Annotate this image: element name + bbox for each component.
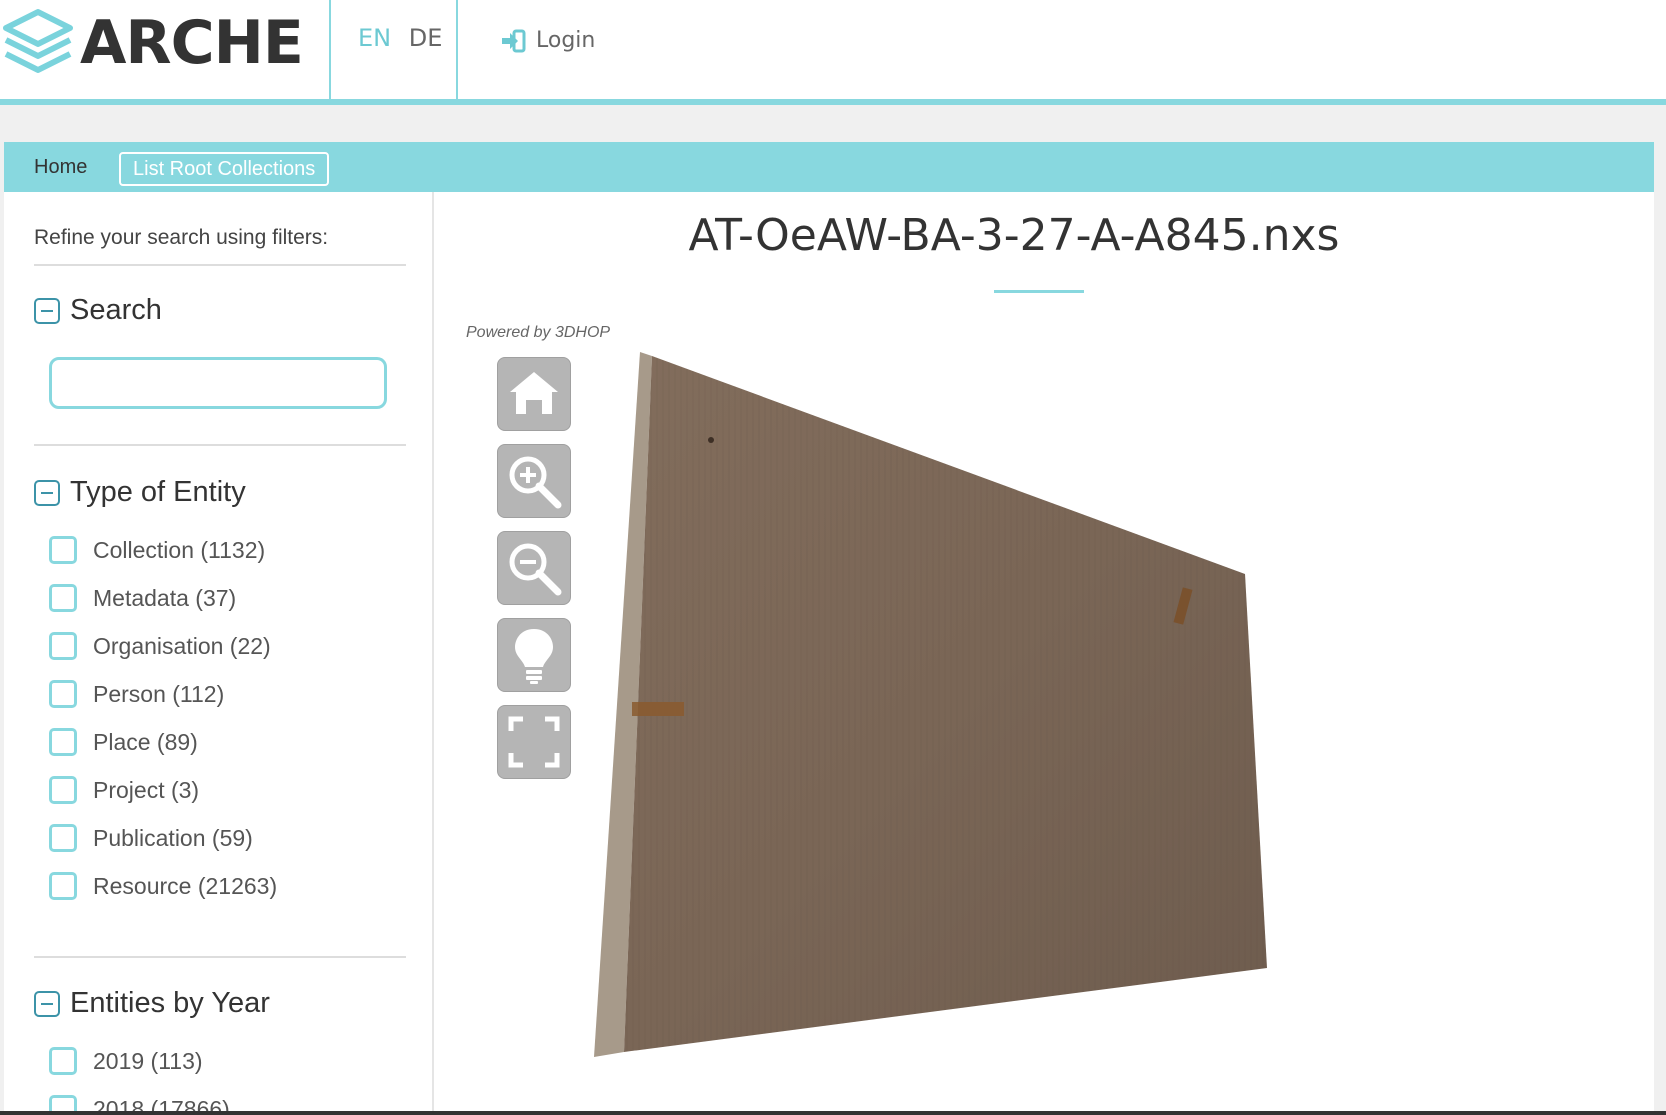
filter-label: Resource (21263) (93, 872, 278, 899)
filter-label: Organisation (22) (93, 632, 271, 659)
filter-option[interactable]: Collection (1132) (49, 536, 265, 564)
filter-option[interactable]: Metadata (37) (49, 584, 236, 612)
type-of-entity-toggle[interactable]: Type of Entity (34, 476, 246, 509)
site-header: ARCHE EN DE Login (0, 0, 1666, 105)
refine-label: Refine your search using filters: (34, 226, 329, 249)
powered-by-label: Powered by 3DHOP (466, 324, 611, 341)
logo-icon (3, 9, 73, 73)
lang-de-link[interactable]: DE (409, 24, 443, 52)
lang-en-link[interactable]: EN (358, 24, 391, 52)
checkbox[interactable] (49, 728, 77, 756)
login-link[interactable]: Login (500, 28, 595, 53)
board-texture (624, 356, 1267, 1052)
header-divider (456, 0, 458, 105)
filter-option[interactable]: Organisation (22) (49, 632, 271, 660)
fullscreen-icon (508, 716, 560, 768)
board-stain (632, 702, 684, 716)
zoom-in-icon (509, 456, 562, 509)
title-underline (994, 290, 1084, 293)
checkbox[interactable] (49, 776, 77, 804)
filter-option[interactable]: Project (3) (49, 776, 199, 804)
board-spot (708, 437, 714, 443)
logo[interactable]: ARCHE (2, 8, 304, 78)
collapse-icon (34, 297, 60, 324)
filter-label: 2019 (113) (93, 1047, 203, 1074)
collapse-icon (34, 990, 60, 1017)
fullscreen-button[interactable] (497, 705, 571, 779)
zoom-out-button[interactable] (497, 531, 571, 605)
breadcrumb-home-link[interactable]: Home (34, 156, 87, 179)
filter-label: Place (89) (93, 728, 198, 755)
search-section-toggle[interactable]: Search (34, 294, 162, 327)
entities-by-year-title: Entities by Year (70, 987, 270, 1019)
page-content: Home List Root Collections Refine your s… (4, 142, 1654, 1115)
3d-model-viewer[interactable] (594, 352, 1294, 1112)
window-bottom-edge (0, 1111, 1666, 1115)
login-label: Login (536, 28, 596, 53)
filter-label: Metadata (37) (93, 584, 237, 611)
home-view-button[interactable] (497, 357, 571, 431)
logo-text: ARCHE (80, 8, 304, 78)
filter-label: Person (112) (93, 680, 225, 707)
filter-option[interactable]: Publication (59) (49, 824, 253, 852)
checkbox[interactable] (49, 824, 77, 852)
checkbox[interactable] (49, 536, 77, 564)
filter-option[interactable]: Resource (21263) (49, 872, 277, 900)
zoom-out-icon (509, 543, 562, 596)
breadcrumb-current-button[interactable]: List Root Collections (119, 152, 330, 186)
light-button[interactable] (497, 618, 571, 692)
language-switcher: EN DE (358, 24, 442, 52)
search-input[interactable] (49, 357, 387, 409)
checkbox[interactable] (49, 632, 77, 660)
filter-label: Project (3) (93, 776, 200, 803)
filter-option[interactable]: Place (89) (49, 728, 198, 756)
filter-option[interactable]: 2019 (113) (49, 1047, 203, 1075)
checkbox[interactable] (49, 872, 77, 900)
search-section-title: Search (70, 294, 162, 326)
lightbulb-icon (515, 629, 553, 684)
collapse-icon (34, 479, 60, 506)
divider (34, 956, 406, 958)
sign-in-icon (502, 29, 526, 52)
filter-label: Collection (1132) (93, 536, 266, 563)
breadcrumb: Home List Root Collections (4, 142, 1654, 192)
filter-label: Publication (59) (93, 824, 253, 851)
checkbox[interactable] (49, 584, 77, 612)
zoom-in-button[interactable] (497, 444, 571, 518)
checkbox[interactable] (49, 680, 77, 708)
divider (34, 444, 406, 446)
filter-sidebar: Refine your search using filters: Search… (4, 192, 434, 1115)
header-divider (329, 0, 331, 105)
page-title: AT-OeAW-BA-3-27-A-A845.nxs (688, 210, 1340, 261)
home-icon (510, 372, 558, 414)
entities-by-year-toggle[interactable]: Entities by Year (34, 987, 270, 1020)
filter-option[interactable]: Person (112) (49, 680, 224, 708)
checkbox[interactable] (49, 1047, 77, 1075)
divider (34, 264, 406, 266)
type-of-entity-title: Type of Entity (70, 476, 246, 508)
